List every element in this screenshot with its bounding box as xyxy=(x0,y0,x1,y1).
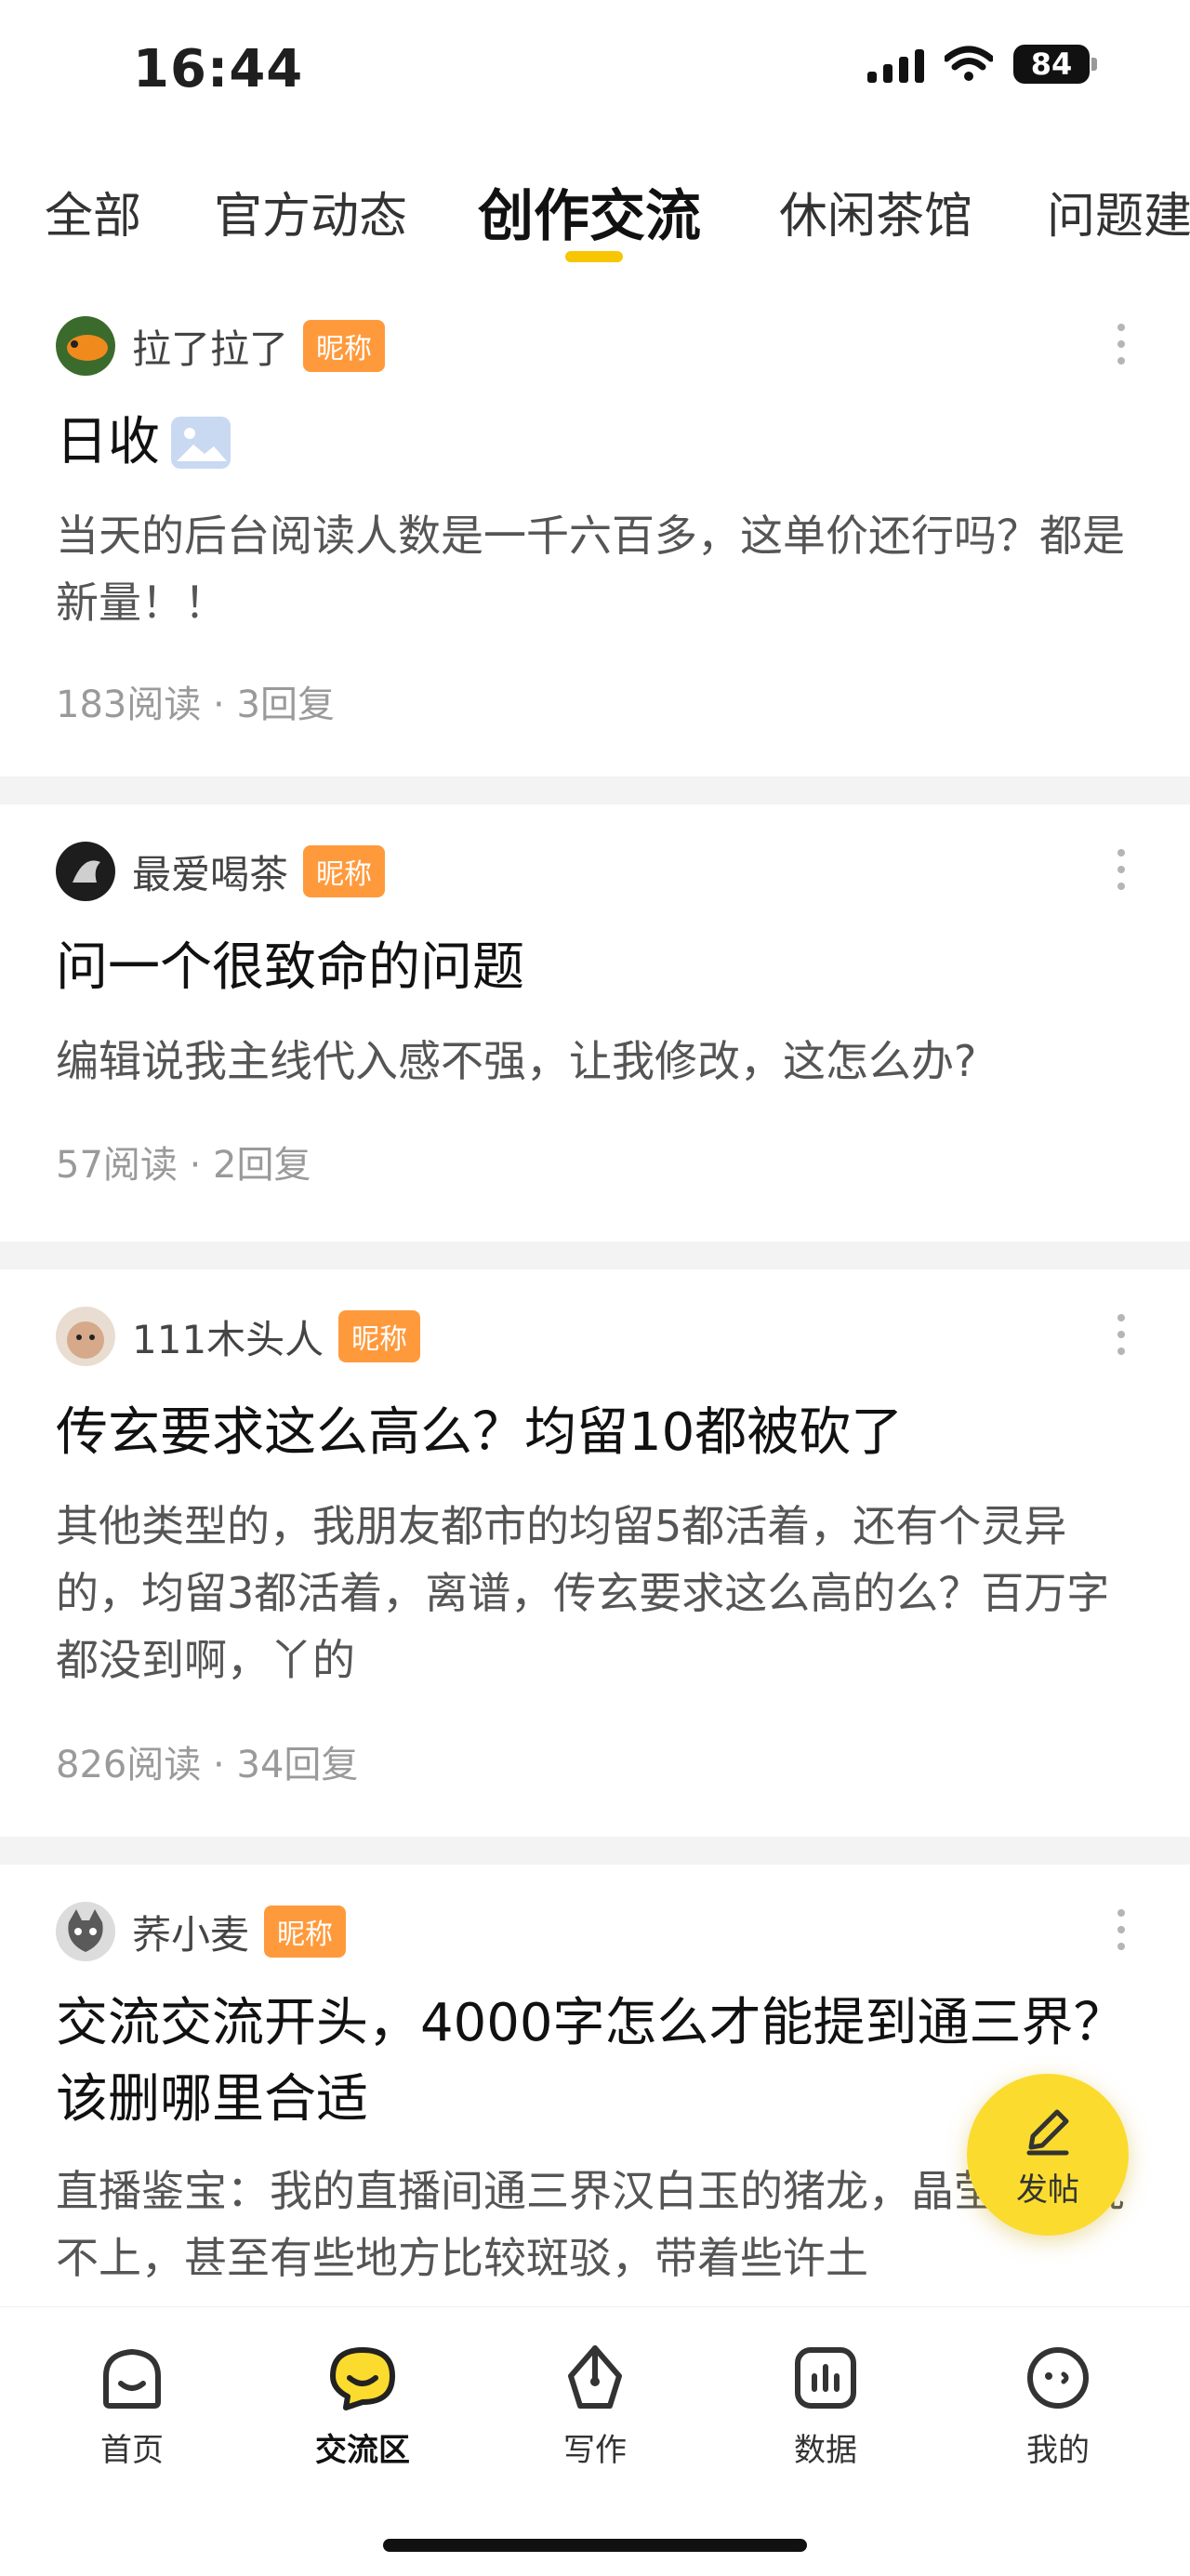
post-stats: 826阅读 · 34回复 xyxy=(56,1744,359,1786)
nav-mine-label: 我的 xyxy=(1026,2432,1090,2469)
cellular-signal-icon xyxy=(867,46,924,83)
bottom-nav: 首页 交流区 写作 数据 我的 xyxy=(0,2306,1190,2576)
avatar[interactable] xyxy=(56,316,115,376)
new-post-button[interactable]: 发帖 xyxy=(967,2074,1129,2236)
post-author[interactable]: 拉了拉了 昵称 xyxy=(56,316,386,376)
nickname-badge: 昵称 xyxy=(303,320,386,372)
nav-community-label: 交流区 xyxy=(315,2432,410,2469)
avatar[interactable] xyxy=(56,1307,115,1366)
pencil-icon xyxy=(1026,2109,1069,2155)
post-excerpt: 编辑说我主线代入感不强，让我修改，这怎么办? xyxy=(56,1036,977,1086)
tab-all[interactable]: 全部 xyxy=(45,177,141,246)
nickname-badge: 昵称 xyxy=(264,1905,347,1958)
battery-icon: 84 xyxy=(1013,45,1097,84)
author-name: 拉了拉了 xyxy=(132,325,289,372)
category-tabs: 全部 官方动态 创作交流 休闲茶馆 问题建 xyxy=(0,167,1190,270)
divider xyxy=(0,1242,1190,1269)
post-author[interactable]: 最爱喝茶 昵称 xyxy=(56,842,386,901)
post-excerpt: 其他类型的，我朋友都市的均留5都活着，还有个灵异的，均留3都活着，离谱，传玄要求… xyxy=(56,1501,1110,1685)
nav-data[interactable]: 数据 xyxy=(751,2341,900,2470)
divider xyxy=(0,777,1190,804)
status-bar: 16:44 84 xyxy=(0,0,1190,139)
avatar[interactable] xyxy=(56,842,115,901)
post-author[interactable]: 111木头人 昵称 xyxy=(56,1307,421,1366)
nickname-badge: 昵称 xyxy=(338,1310,421,1362)
pen-nib-icon xyxy=(568,2345,622,2409)
bar-chart-icon xyxy=(795,2347,856,2409)
nav-community[interactable]: 交流区 xyxy=(288,2341,437,2470)
post-stats: 57阅读 · 2回复 xyxy=(56,1144,311,1187)
tab-creation-exchange[interactable]: 创作交流 xyxy=(478,171,701,252)
nav-home[interactable]: 首页 xyxy=(58,2341,206,2470)
post-stats: 183阅读 · 3回复 xyxy=(56,684,335,726)
tab-leisure-teahouse[interactable]: 休闲茶馆 xyxy=(779,177,972,246)
tab-questions[interactable]: 问题建 xyxy=(1047,177,1190,246)
active-tab-indicator xyxy=(565,251,623,262)
more-options-icon[interactable] xyxy=(1117,849,1129,890)
post-title-row[interactable]: 日收 xyxy=(56,405,1134,481)
nav-data-label: 数据 xyxy=(794,2432,857,2469)
author-name: 最爱喝茶 xyxy=(132,851,289,897)
nav-home-label: 首页 xyxy=(100,2432,164,2469)
status-time: 16:44 xyxy=(133,39,304,100)
nav-mine[interactable]: 我的 xyxy=(984,2341,1132,2470)
nav-write[interactable]: 写作 xyxy=(521,2341,669,2470)
chat-bubble-icon xyxy=(330,2347,395,2410)
post-card[interactable]: 拉了拉了 昵称 日收 当天的后台阅读人数是一千六百多，这单价还行吗？都是新量！！… xyxy=(0,279,1190,777)
profile-face-icon xyxy=(1027,2347,1089,2409)
home-face-icon xyxy=(103,2348,161,2409)
post-title[interactable]: 传玄要求这么高么？均留10都被砍了 xyxy=(56,1395,1134,1471)
divider xyxy=(0,1837,1190,1865)
avatar[interactable] xyxy=(56,1902,115,1961)
post-feed[interactable]: 拉了拉了 昵称 日收 当天的后台阅读人数是一千六百多，这单价还行吗？都是新量！！… xyxy=(0,279,1190,2306)
nav-write-label: 写作 xyxy=(563,2432,627,2469)
image-icon xyxy=(171,417,231,469)
author-name: 111木头人 xyxy=(132,1316,324,1362)
nickname-badge: 昵称 xyxy=(303,845,386,897)
post-excerpt: 当天的后台阅读人数是一千六百多，这单价还行吗？都是新量！！ xyxy=(56,511,1125,628)
author-name: 荞小麦 xyxy=(132,1911,250,1958)
post-title[interactable]: 交流交流开头，4000字怎么才能提到通三界？该删哪里合适 xyxy=(56,1985,1134,2138)
more-options-icon[interactable] xyxy=(1117,324,1129,365)
post-card[interactable]: 111木头人 昵称 传玄要求这么高么？均留10都被砍了 其他类型的，我朋友都市的… xyxy=(0,1269,1190,1837)
post-card[interactable]: 最爱喝茶 昵称 问一个很致命的问题 编辑说我主线代入感不强，让我修改，这怎么办?… xyxy=(0,804,1190,1242)
more-options-icon[interactable] xyxy=(1117,1909,1129,1950)
post-author[interactable]: 荞小麦 昵称 xyxy=(56,1902,347,1961)
more-options-icon[interactable] xyxy=(1117,1314,1129,1355)
status-icons: 84 xyxy=(867,45,1097,84)
new-post-label: 发帖 xyxy=(1016,2171,1079,2209)
tab-official-news[interactable]: 官方动态 xyxy=(214,177,407,246)
home-indicator xyxy=(383,2539,807,2552)
wifi-icon xyxy=(945,46,993,81)
post-title[interactable]: 问一个很致命的问题 xyxy=(56,930,1134,1006)
battery-level: 84 xyxy=(1013,45,1090,84)
post-title: 日收 xyxy=(56,412,160,472)
